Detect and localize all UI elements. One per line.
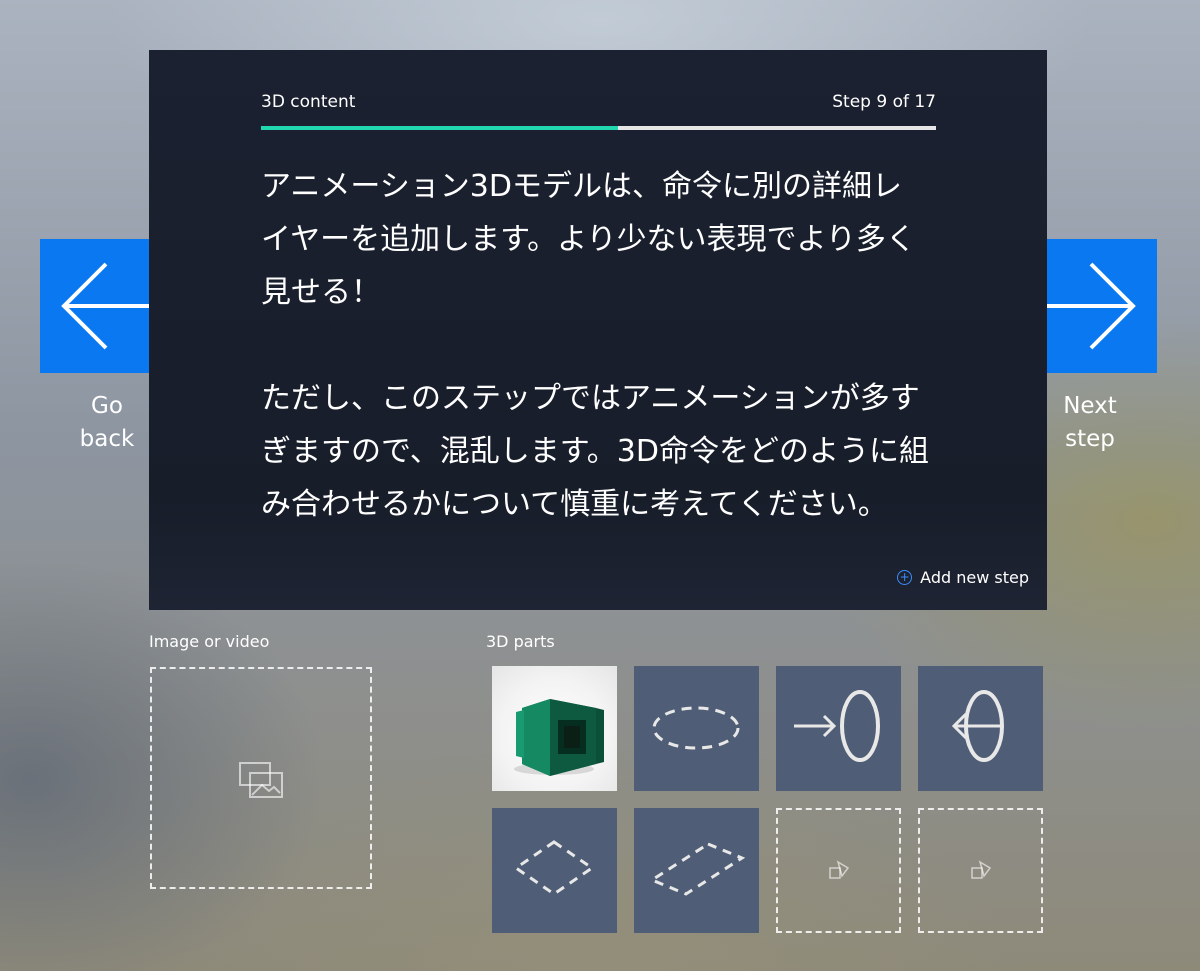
dashed-ring-icon [652,706,740,750]
dashed-square-frame-icon [513,840,595,896]
step-counter: Step 9 of 17 [832,92,936,112]
3d-parts-grid [492,666,1044,934]
step-progress-bar [261,126,936,130]
add-new-step-button[interactable]: + Add new step [897,568,1029,587]
dashed-rectangle-frame-icon [648,842,746,896]
part-tile-empty[interactable] [776,808,901,933]
part-tile-arrow-to-ring[interactable] [776,666,901,791]
instruction-text[interactable]: アニメーション3Dモデルは、命令に別の詳細レイヤーを追加します。より少ない表現で… [261,160,931,531]
image-gallery-icon [239,762,283,798]
card-header: 3D content Step 9 of 17 [261,90,936,114]
arrow-to-ring-icon [794,690,880,762]
image-or-video-label: Image or video [149,632,270,651]
plus-circle-icon: + [897,570,913,585]
part-tile-empty[interactable] [918,808,1043,933]
add-new-step-label: Add new step [920,568,1029,587]
arrow-through-ring-icon [951,690,1004,762]
green-3d-model-thumbnail [514,699,604,776]
3d-shapes-icon [829,860,850,879]
instruction-card: 3D content Step 9 of 17 アニメーション3Dモデルは、命令… [149,50,1047,610]
3d-parts-label: 3D parts [486,632,555,651]
step-progress-fill [261,126,619,130]
image-or-video-slot[interactable] [150,667,372,889]
part-tile-dashed-square[interactable] [492,808,617,933]
part-tile-model[interactable] [492,666,617,791]
part-tile-dashed-ring[interactable] [634,666,759,791]
card-title: 3D content [261,92,356,112]
3d-shapes-icon [971,860,992,879]
part-tile-arrow-through-ring[interactable] [918,666,1043,791]
part-tile-dashed-rectangle[interactable] [634,808,759,933]
